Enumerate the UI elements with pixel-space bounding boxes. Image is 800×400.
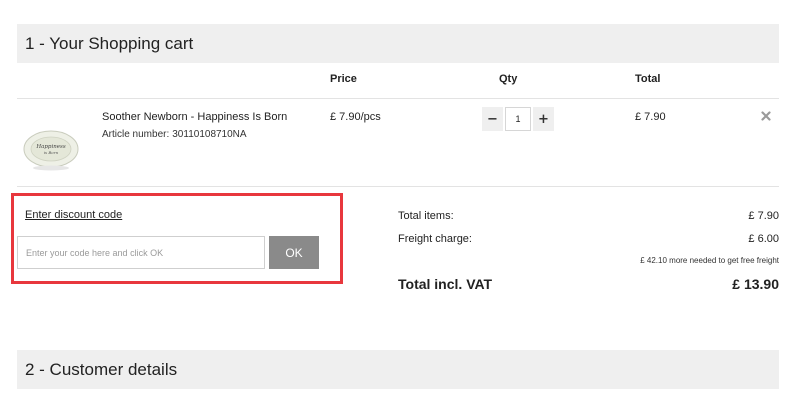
increase-qty-button[interactable]: + [533,107,554,131]
total-column-header: Total [635,73,661,85]
free-freight-note: £ 42.10 more needed to get free freight [640,256,779,265]
discount-code-input[interactable] [17,236,265,269]
cart-section-title: 1 - Your Shopping cart [25,33,194,53]
remove-item-button[interactable] [759,110,773,124]
article-number-label: Article number: [102,129,170,140]
qty-column-header: Qty [499,73,518,85]
header-divider [17,98,779,99]
freight-charge-label: Freight charge: [398,233,472,245]
discount-code-link[interactable]: Enter discount code [25,209,122,221]
quantity-stepper: − + [482,107,554,131]
product-image[interactable]: Happiness is Born [20,124,82,172]
cart-section-header: 1 - Your Shopping cart [17,24,779,63]
discount-ok-button[interactable]: OK [269,236,319,269]
article-number: Article number: 30110108710NA [102,129,247,140]
close-icon [761,108,771,126]
total-items-label: Total items: [398,210,454,222]
quantity-input[interactable] [505,107,531,131]
item-divider [17,186,779,187]
price-column-header: Price [330,73,357,85]
total-items-value: £ 7.90 [748,210,779,222]
decrease-qty-button[interactable]: − [482,107,503,131]
freight-charge-value: £ 6.00 [748,233,779,245]
customer-section-title: 2 - Customer details [25,359,178,379]
unit-price: £ 7.90/pcs [330,111,381,123]
svg-text:is Born: is Born [44,150,59,155]
total-incl-vat-value: £ 13.90 [732,276,779,292]
product-name[interactable]: Soother Newborn - Happiness Is Born [102,111,287,123]
total-incl-vat-label: Total incl. VAT [398,276,493,292]
article-number-value: 30110108710NA [172,129,247,140]
customer-section-header[interactable]: 2 - Customer details [17,350,779,389]
line-total: £ 7.90 [635,111,666,123]
